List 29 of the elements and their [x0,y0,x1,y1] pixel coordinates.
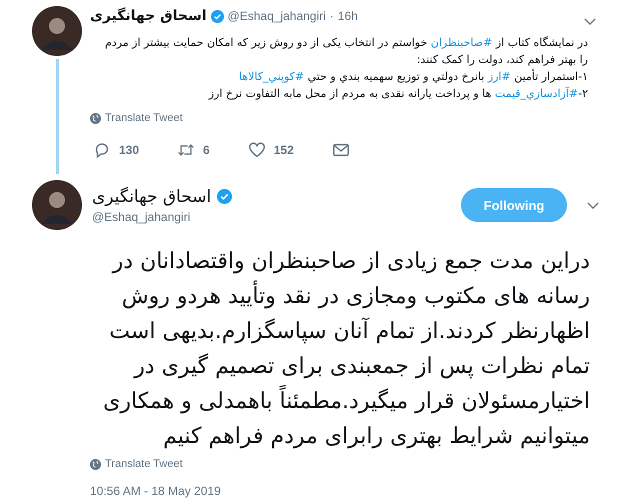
like-button[interactable]: 152 [244,138,297,162]
reply-icon[interactable] [93,141,111,159]
tweet-text: ۲-#آزادسازي_قیمت ها و پرداخت یارانه نقدی به مردم از محل مابه التفاوت نرخ ارز [207,86,588,102]
translate-link[interactable]: Translate Tweet [105,112,183,124]
tweet-timestamp: 10:56 AM - 18 May 2019 [90,484,222,498]
separator: · [330,9,334,23]
tweet-text: ۱-استمرار تأمین #ارز بانرخ دولتي و توزیع سهمیه بندي و حتي #کوپني_کالاها [238,68,588,85]
heart-icon[interactable] [248,141,266,159]
globe-icon [90,112,101,124]
avatar-icon[interactable] [32,180,82,230]
chevron-icon[interactable] [584,18,596,24]
retweet-button[interactable]: 6 [174,138,213,162]
tweet-text: دراین مدت جمع زیادی از صاحبنظران واقتصادانان در رسانه های مکتوب ومجازی در نقد وتأیید هردو روش اظهارنظر کردند.از تمام آنان سپاسگزارم.بدیهی است تمام نظرات پس از جمعبندی برای تصمیم گیری در اختیارمسئولان قرار میگیرد.مطمئناً باهمدلی و همکاری میتوانیم شرایط بهتری رابرای مردم فراهم کنیم [102,248,590,451]
tweet-time[interactable]: 16h [338,9,358,23]
hashtag-link[interactable]: #آزادسازي_قیمت [494,87,578,100]
following-button[interactable]: Following [461,188,567,222]
globe-icon [90,458,101,470]
hashtag-link[interactable]: #ارز [488,70,511,83]
author-handle[interactable]: @Eshaq_jahangiri [228,9,326,23]
author-name[interactable]: اسحاق جهانگیری [90,8,207,24]
tweet-text: در نمایشگاه کتاب از #صاحبنظران خواستم در انتخاب یکی از دو روش زیر که امکان حمایت بیشتر از مردم را بهتر فراهم کند، دولت را کمک کنند: [104,35,588,68]
avatar-icon[interactable] [32,6,82,56]
chevron-icon[interactable] [587,202,599,208]
hashtag-link[interactable]: #کوپني_کالاها [238,70,304,83]
reply-button[interactable]: 130 [90,138,142,162]
author-handle[interactable]: @Eshaq_jahangiri [92,210,232,224]
translate-link[interactable]: Translate Tweet [105,458,183,470]
hashtag-link[interactable]: #صاحبنظران [430,36,492,49]
author-name[interactable]: اسحاق جهانگیری [92,186,212,206]
